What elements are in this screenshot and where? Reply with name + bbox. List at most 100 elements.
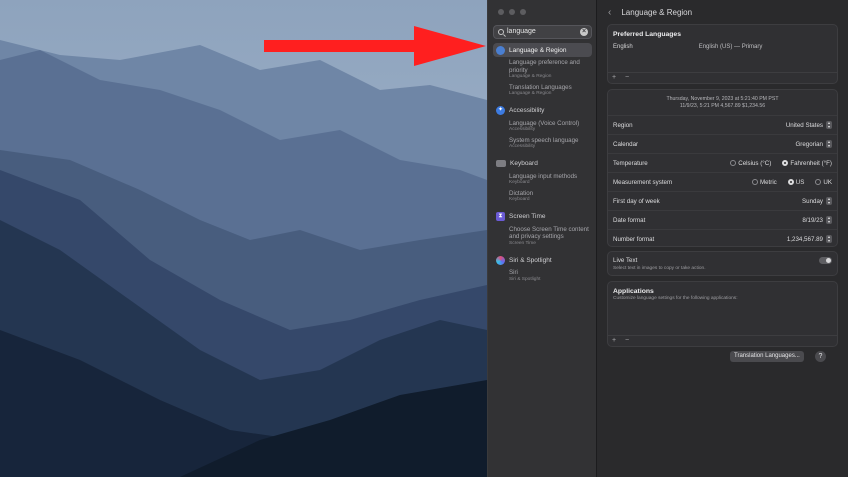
chevron-updown-icon: ▴ ▾ <box>826 120 832 129</box>
add-application-button[interactable]: + <box>612 337 616 344</box>
fahrenheit-radio[interactable]: Fahrenheit (°F) <box>782 160 832 167</box>
siri-icon <box>496 255 505 265</box>
result-title: System speech language <box>509 136 579 144</box>
sidebar-item-label: Keyboard <box>510 160 538 167</box>
result-item[interactable]: Language (Voice Control) Accessibility <box>493 120 592 134</box>
language-name: English <box>613 44 633 50</box>
result-item[interactable]: Language input methods Keyboard <box>493 173 592 187</box>
result-subtitle: Siri & Spotlight <box>509 276 541 282</box>
applications-description: Customize language settings for the foll… <box>613 296 738 301</box>
result-title: Language input methods <box>509 172 578 180</box>
globe-icon <box>496 45 505 55</box>
main-pane: ‹ Language & Region Preferred Languages … <box>598 0 848 477</box>
sidebar-item-accessibility[interactable]: ✦ Accessibility <box>493 104 592 118</box>
date-format-select[interactable]: 8/19/23 ▴ ▾ <box>802 216 832 224</box>
settings-window: language × Language & Region Language pr… <box>487 0 848 477</box>
first-day-select[interactable]: Sunday ▴ ▾ <box>802 197 832 205</box>
number-format-select[interactable]: 1,234,567.89 ▴ ▾ <box>787 235 832 243</box>
page-title: Language & Region <box>621 7 693 17</box>
chevron-updown-icon: ▴ ▾ <box>826 196 832 205</box>
date-format-value: 8/19/23 <box>802 216 823 224</box>
result-subtitle: Accessibility <box>509 144 536 149</box>
search-input[interactable]: language × <box>493 25 592 39</box>
sidebar-item-keyboard[interactable]: Keyboard <box>493 157 592 171</box>
pane-header: ‹ Language & Region <box>598 0 848 24</box>
result-subtitle: Keyboard <box>509 197 530 202</box>
date-format-label: Date format <box>613 216 646 224</box>
language-row[interactable]: English English (US) — Primary <box>608 38 837 50</box>
result-subtitle: Keyboard <box>509 180 530 185</box>
result-title: Language preference and priority <box>509 59 580 74</box>
number-format-label: Number format <box>613 235 655 243</box>
close-window-button[interactable] <box>498 9 504 15</box>
remove-application-button[interactable]: − <box>625 337 629 344</box>
us-radio[interactable]: US <box>787 179 804 186</box>
radio-on-icon <box>782 160 789 166</box>
live-text-toggle[interactable] <box>819 257 832 264</box>
add-language-button[interactable]: + <box>612 74 616 81</box>
first-day-label: First day of week <box>613 197 660 205</box>
clear-search-icon[interactable]: × <box>580 28 588 36</box>
result-group-accessibility: ✦ Accessibility Language (Voice Control)… <box>493 104 592 151</box>
metric-label: Metric <box>759 178 777 186</box>
radio-on-icon <box>787 179 794 185</box>
help-button[interactable]: ? <box>815 351 826 362</box>
window-controls <box>498 9 526 15</box>
temperature-options: Celsius (°C) Fahrenheit (°F) <box>722 160 832 167</box>
result-item[interactable]: Choose Screen Time content and privacy s… <box>493 226 592 248</box>
date-format-row: Date format 8/19/23 ▴ ▾ <box>608 210 837 229</box>
region-row: Region United States ▴ ▾ <box>608 115 837 134</box>
result-item[interactable]: System speech language Accessibility <box>493 137 592 151</box>
result-item[interactable]: Siri Siri & Spotlight <box>493 269 592 283</box>
result-title: Siri <box>509 269 518 276</box>
calendar-select[interactable]: Gregorian ▴ ▾ <box>795 140 832 148</box>
sidebar: language × Language & Region Language pr… <box>488 0 597 477</box>
keyboard-icon <box>496 160 506 167</box>
result-group-language-region: Language & Region Language preference an… <box>493 43 592 98</box>
temperature-label: Temperature <box>613 159 648 167</box>
applications-card: Applications Customize language settings… <box>607 281 838 347</box>
chevron-updown-icon: ▴ ▾ <box>826 234 832 243</box>
chevron-updown-icon: ▴ ▾ <box>826 215 832 224</box>
live-text-card: Live Text Select text in images to copy … <box>607 251 838 276</box>
applications-title: Applications <box>613 288 654 295</box>
result-title: Dictation <box>509 189 534 197</box>
measurement-label: Measurement system <box>613 178 673 186</box>
number-format-row: Number format 1,234,567.89 ▴ ▾ <box>608 229 837 248</box>
calendar-value: Gregorian <box>795 140 823 148</box>
sidebar-item-language-region[interactable]: Language & Region <box>493 43 592 57</box>
region-select[interactable]: United States ▴ ▾ <box>786 121 832 129</box>
chevron-updown-icon: ▴ ▾ <box>826 139 832 148</box>
translation-languages-button[interactable]: Translation Languages... <box>730 351 804 362</box>
minimize-window-button[interactable] <box>509 9 515 15</box>
sidebar-item-label: Language & Region <box>509 46 567 54</box>
uk-radio[interactable]: UK <box>815 179 832 186</box>
live-text-row: Live Text <box>613 257 832 264</box>
result-item[interactable]: Dictation Keyboard <box>493 190 592 204</box>
language-list-controls: + − <box>608 72 837 83</box>
celsius-radio[interactable]: Celsius (°C) <box>730 160 771 167</box>
result-item[interactable]: Translation Languages Language & Region <box>493 84 592 98</box>
result-item[interactable]: Language preference and priority Languag… <box>493 59 592 81</box>
result-title: Translation Languages <box>509 83 572 91</box>
result-subtitle: Language & Region <box>509 74 552 79</box>
temperature-row: Temperature Celsius (°C) Fahrenheit (°F) <box>608 153 837 172</box>
measurement-row: Measurement system Metric US UK <box>608 172 837 191</box>
first-day-value: Sunday <box>802 197 823 205</box>
remove-language-button[interactable]: − <box>625 74 629 81</box>
back-chevron-icon[interactable]: ‹ <box>608 7 611 18</box>
metric-radio[interactable]: Metric <box>751 178 777 186</box>
result-subtitle: Screen Time <box>509 240 536 246</box>
sidebar-item-label: Accessibility <box>509 107 545 114</box>
result-group-screen-time: ⧗ Screen Time Choose Screen Time content… <box>493 210 592 248</box>
search-value: language <box>507 28 536 35</box>
calendar-row: Calendar Gregorian ▴ ▾ <box>608 134 837 153</box>
preview-date-line: Thursday, November 9, 2023 at 5:21:40 PM… <box>666 96 779 102</box>
result-group-keyboard: Keyboard Language input methods Keyboard… <box>493 157 592 204</box>
sidebar-item-siri-spotlight[interactable]: Siri & Spotlight <box>493 253 592 267</box>
result-subtitle: Accessibility <box>509 127 536 132</box>
live-text-description: Select text in images to copy or take ac… <box>613 266 706 271</box>
accessibility-icon: ✦ <box>496 106 505 115</box>
zoom-window-button[interactable] <box>520 9 526 15</box>
sidebar-item-screen-time[interactable]: ⧗ Screen Time <box>493 210 592 224</box>
